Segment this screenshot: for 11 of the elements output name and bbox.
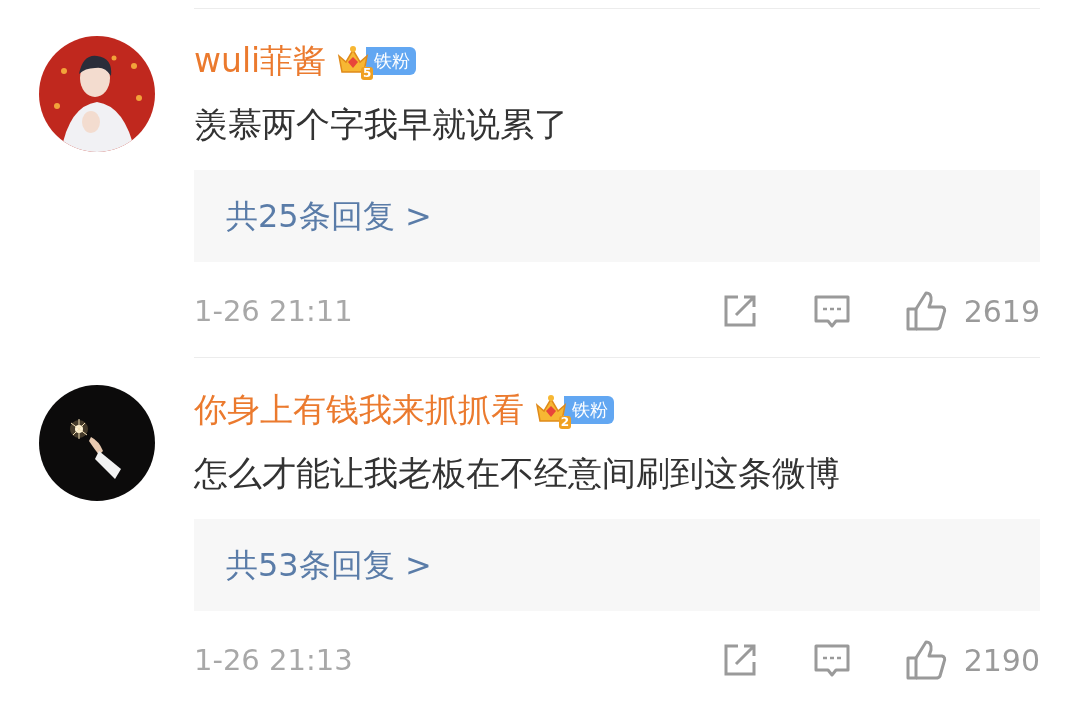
like-count: 2619 xyxy=(963,293,1040,329)
level-number: 5 xyxy=(360,67,374,80)
timestamp: 1-26 21:11 xyxy=(194,294,353,328)
replies-link[interactable]: 共53条回复 > xyxy=(194,519,1040,611)
comment-text: 羡慕两个字我早就说累了 xyxy=(194,103,569,146)
replies-link[interactable]: 共25条回复 > xyxy=(194,170,1040,262)
like-count: 2190 xyxy=(963,642,1040,678)
timestamp: 1-26 21:13 xyxy=(194,643,353,677)
comment-text: 怎么才能让我老板在不经意间刷到这条微博 xyxy=(194,452,841,495)
username[interactable]: 你身上有钱我来抓抓看 xyxy=(194,387,524,433)
username[interactable]: wuli菲酱 xyxy=(194,38,327,84)
